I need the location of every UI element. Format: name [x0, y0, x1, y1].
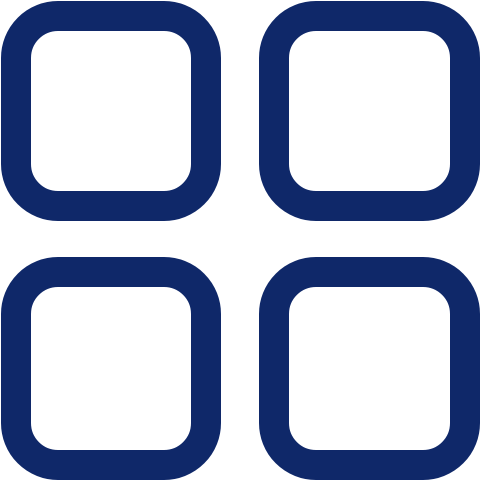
- grid-tile-bottom-left: [1, 257, 221, 480]
- grid-tile-top-left: [1, 1, 221, 221]
- grid-tile-top-right: [259, 1, 480, 221]
- grid-tile-bottom-right: [259, 257, 480, 480]
- grid-icon-svg: [1, 1, 480, 480]
- grid-icon: [0, 0, 481, 480]
